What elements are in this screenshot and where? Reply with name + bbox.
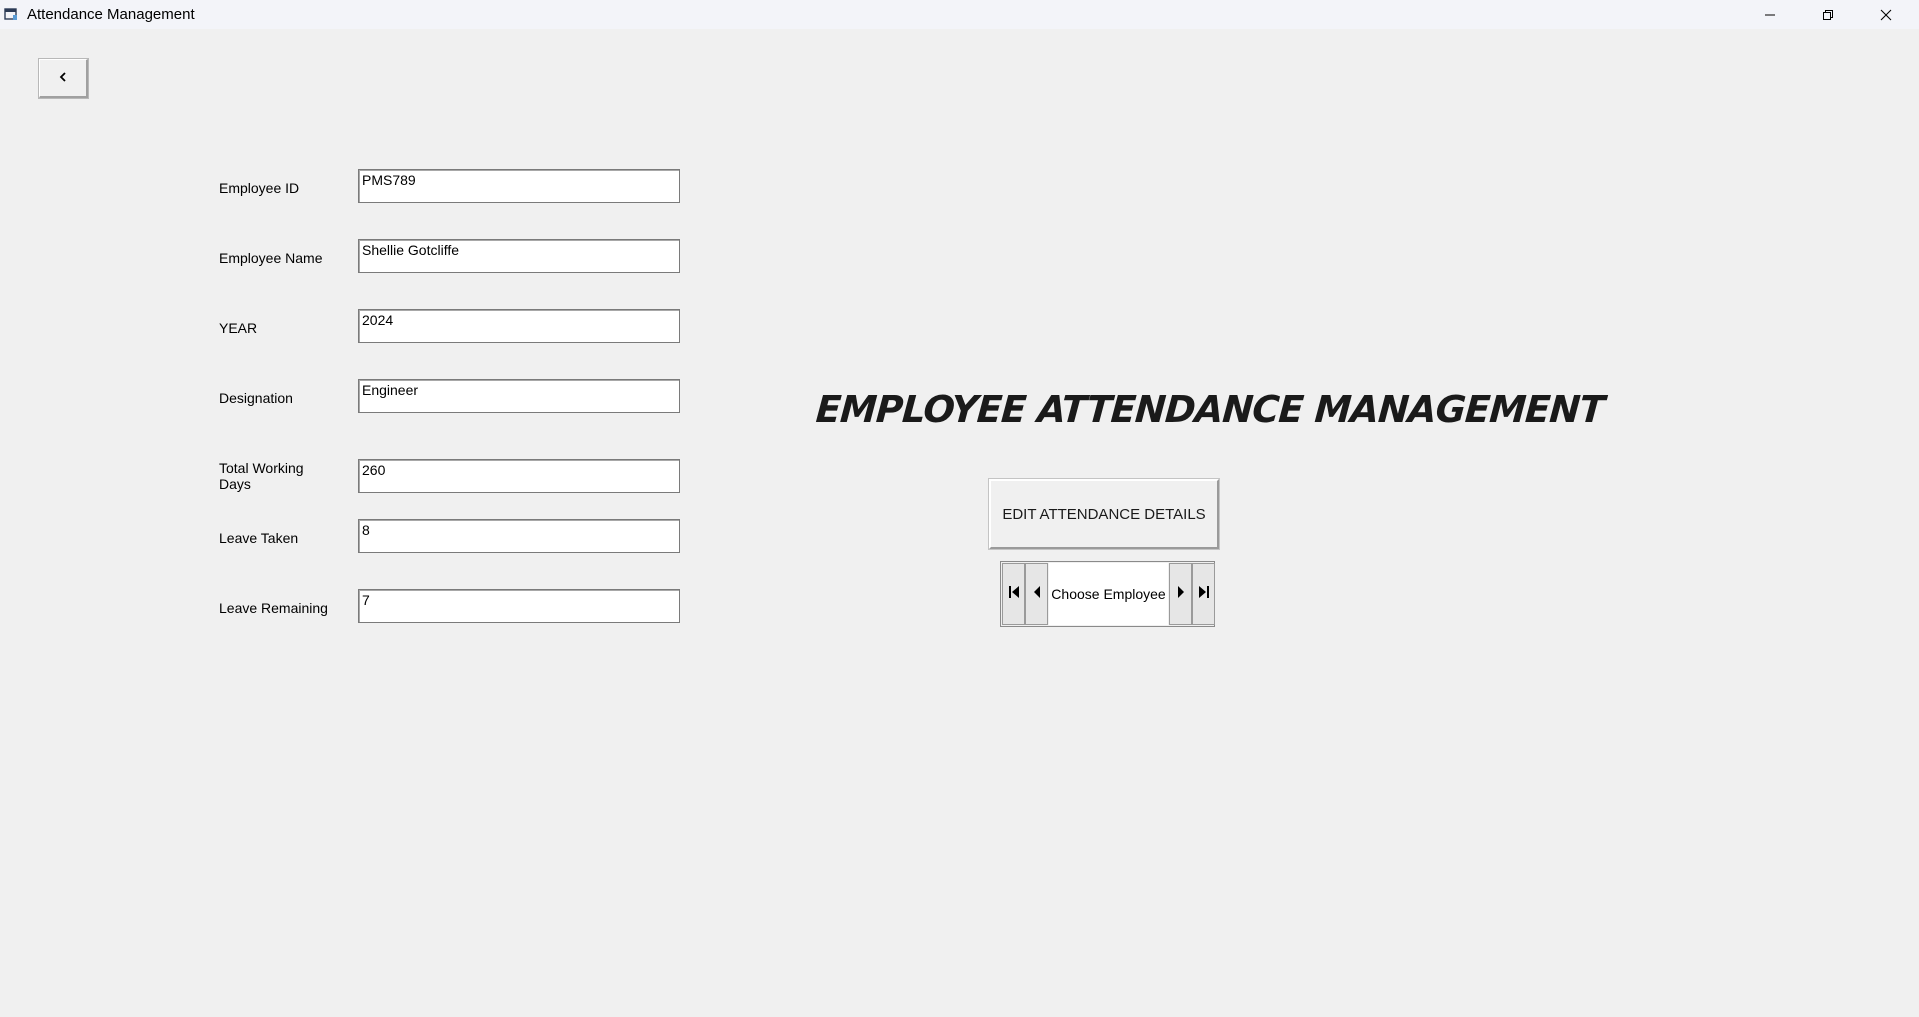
minimize-icon xyxy=(1764,9,1776,21)
last-record-icon xyxy=(1198,585,1210,604)
leave-remaining-label: Leave Remaining xyxy=(219,600,328,616)
previous-record-icon xyxy=(1033,585,1041,604)
restore-icon xyxy=(1822,9,1834,21)
year-label: YEAR xyxy=(219,320,258,336)
employee-name-label: Employee Name xyxy=(219,250,323,266)
leave-taken-field[interactable]: 8 xyxy=(358,519,680,553)
year-field[interactable]: 2024 xyxy=(358,309,680,343)
window-title: Attendance Management xyxy=(27,6,195,23)
title-bar: Attendance Management xyxy=(0,0,1919,29)
back-button[interactable] xyxy=(38,58,89,99)
total-working-days-label-line1: Total Working xyxy=(219,460,304,476)
app-window-icon xyxy=(4,7,18,21)
employee-navigator: Choose Employee xyxy=(1000,561,1215,627)
total-working-days-label: Total Working Days xyxy=(219,460,304,492)
last-record-button[interactable] xyxy=(1192,563,1215,625)
navigator-caption: Choose Employee xyxy=(1049,563,1168,625)
next-record-button[interactable] xyxy=(1169,563,1192,625)
chevron-left-icon xyxy=(59,69,67,87)
edit-attendance-button[interactable]: EDIT ATTENDANCE DETAILS xyxy=(988,478,1220,550)
first-record-icon xyxy=(1008,585,1020,604)
previous-record-button[interactable] xyxy=(1025,563,1048,625)
employee-name-field[interactable]: Shellie Gotcliffe xyxy=(358,239,680,273)
first-record-button[interactable] xyxy=(1002,563,1025,625)
restore-button[interactable] xyxy=(1799,0,1857,29)
close-button[interactable] xyxy=(1857,0,1915,29)
close-icon xyxy=(1880,9,1892,21)
leave-remaining-field[interactable]: 7 xyxy=(358,589,680,623)
designation-field[interactable]: Engineer xyxy=(358,379,680,413)
next-record-icon xyxy=(1177,585,1185,604)
minimize-button[interactable] xyxy=(1741,0,1799,29)
total-working-days-label-line2: Days xyxy=(219,476,251,492)
designation-label: Designation xyxy=(219,390,293,406)
employee-id-label: Employee ID xyxy=(219,180,300,196)
page-title: EMPLOYEE ATTENDANCE MANAGEMENT xyxy=(814,388,1606,431)
employee-id-field[interactable]: PMS789 xyxy=(358,169,680,203)
total-working-days-field[interactable]: 260 xyxy=(358,459,680,493)
attendance-window: Attendance Management Employee ID PMS789… xyxy=(0,0,1919,1017)
leave-taken-label: Leave Taken xyxy=(219,530,299,546)
